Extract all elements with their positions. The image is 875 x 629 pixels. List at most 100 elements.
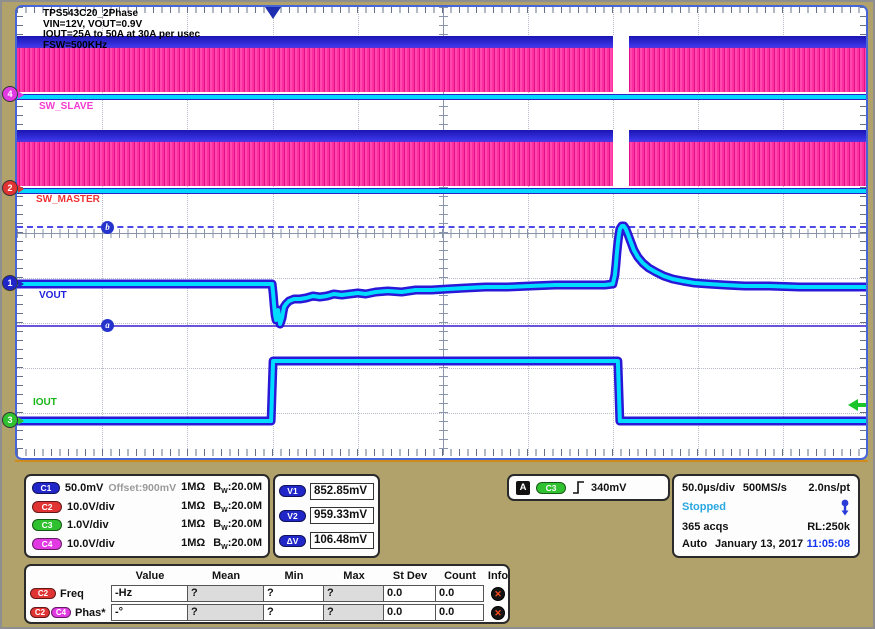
info-icon[interactable]: ✕ xyxy=(491,606,505,620)
channel-1-impedance: 1MΩ xyxy=(181,481,205,495)
trigger-level-value: 340mV xyxy=(591,482,626,494)
c2-badge: C2 xyxy=(30,607,50,618)
cursor-b-handle[interactable]: b xyxy=(101,221,114,234)
table-row-phase: C2 C4 Phas* -° ? ? ? 0.0 0.0 ✕ xyxy=(30,603,504,622)
vout-trace-outline xyxy=(17,226,866,324)
record-length: RL:250k xyxy=(807,521,850,533)
channel-2-scale: 10.0V/div xyxy=(67,501,115,513)
acquisition-count: 365 acqs xyxy=(682,521,728,533)
sample-rate: 500MS/s xyxy=(743,482,787,494)
datetime-row: Auto January 13, 2017 11:05:08 xyxy=(682,538,850,550)
delta-v-badge: ΔV xyxy=(279,535,306,547)
date: January 13, 2017 xyxy=(715,538,803,550)
cursor-dv-row: ΔV 106.48mV xyxy=(279,532,374,549)
channel-4-bandwidth: BW:20.0M xyxy=(213,537,262,551)
header-value: Value xyxy=(112,570,188,582)
marker-pin-icon xyxy=(840,499,850,516)
channel-3-scale: 1.0V/div xyxy=(67,519,109,531)
phase-mean-cell: ? xyxy=(187,604,264,621)
channel-2-impedance: 1MΩ xyxy=(181,500,205,514)
phase-value-cell: -° xyxy=(111,604,188,621)
iout-label: IOUT xyxy=(33,397,57,408)
channel-4-badge[interactable]: C4 xyxy=(32,538,62,550)
trigger-panel: A C3 340mV xyxy=(507,474,670,501)
channel-2-number: 2 xyxy=(7,183,12,193)
vout-label: VOUT xyxy=(39,290,67,301)
measurement-name-cell: C2 C4 Phas* xyxy=(30,607,112,619)
channel-1-settings-row: C1 50.0mV Offset:900mV 1MΩ BW:20.0M xyxy=(32,481,262,495)
channel-3-settings-row: C3 1.0V/div 1MΩ BW:20.0M xyxy=(32,518,262,532)
c2-badge: C2 xyxy=(30,588,56,599)
timebase-row: 50.0µs/div 500MS/s 2.0ns/pt xyxy=(682,482,850,494)
cursor-v2-row: V2 959.33mV xyxy=(279,507,374,524)
freq-min-cell: ? xyxy=(263,585,324,602)
arrow-tail xyxy=(858,403,866,407)
freq-mean-cell: ? xyxy=(187,585,264,602)
sw-slave-label: SW_SLAVE xyxy=(39,101,93,112)
header-info: Info xyxy=(484,570,512,582)
channel-1-number: 1 xyxy=(7,278,12,288)
acquisition-status-row: Stopped xyxy=(682,499,850,516)
phase-stdev-cell: 0.0 xyxy=(383,604,436,621)
header-mean: Mean xyxy=(188,570,264,582)
measurement-name: Phas* xyxy=(75,607,106,619)
annotation-text: TPS543C20_2Phase VIN=12V, VOUT=0.9V IOUT… xyxy=(43,9,200,51)
phase-max-cell: ? xyxy=(323,604,384,621)
freq-count-cell: 0.0 xyxy=(435,585,484,602)
freq-max-cell: ? xyxy=(323,585,384,602)
time: 11:05:08 xyxy=(807,538,850,550)
v1-badge: V1 xyxy=(279,485,306,497)
channel-4-position-marker[interactable]: 4 xyxy=(2,86,18,102)
table-row-freq: C2 Freq -Hz ? ? ? 0.0 0.0 ✕ xyxy=(30,584,504,603)
channel-2-position-marker[interactable]: 2 xyxy=(2,180,18,196)
freq-stdev-cell: 0.0 xyxy=(383,585,436,602)
header-max: Max xyxy=(324,570,384,582)
c4-badge: C4 xyxy=(51,607,71,618)
channel-1-arrow-icon xyxy=(18,280,24,288)
v1-value: 852.85mV xyxy=(310,483,374,500)
channel-1-position-marker[interactable]: 1 xyxy=(2,275,18,291)
iout-trace xyxy=(17,361,866,421)
measurement-name-cell: C2 Freq xyxy=(30,588,112,600)
vout-trace xyxy=(17,226,866,324)
channel-4-settings-row: C4 10.0V/div 1MΩ BW:20.0M xyxy=(32,537,262,551)
phase-count-cell: 0.0 xyxy=(435,604,484,621)
channel-3-position-marker[interactable]: 3 xyxy=(2,412,18,428)
channel-settings-panel: C1 50.0mV Offset:900mV 1MΩ BW:20.0M C2 1… xyxy=(24,474,270,558)
trigger-mode: Auto xyxy=(682,538,707,550)
info-icon[interactable]: ✕ xyxy=(491,587,505,601)
measurement-table-header: Value Mean Min Max St Dev Count Info xyxy=(30,568,504,584)
channel-3-arrow-icon xyxy=(18,417,24,425)
freq-value-cell: -Hz xyxy=(111,585,188,602)
analog-traces xyxy=(17,7,866,455)
acquisition-status: Stopped xyxy=(682,501,726,513)
freq-info-cell: ✕ xyxy=(484,587,512,601)
cursor-a-handle[interactable]: a xyxy=(101,319,114,332)
measurement-name: Freq xyxy=(60,588,84,600)
header-count: Count xyxy=(436,570,484,582)
channel-3-number: 3 xyxy=(7,415,12,425)
arrow-head xyxy=(848,399,858,411)
channel-2-settings-row: C2 10.0V/div 1MΩ BW:20.0M xyxy=(32,500,262,514)
channel-2-arrow-icon xyxy=(18,185,24,193)
rising-edge-icon xyxy=(572,481,585,494)
annotation-line: FSW=500KHz xyxy=(43,41,200,52)
channel-3-badge[interactable]: C3 xyxy=(32,519,62,531)
channel-3-impedance: 1MΩ xyxy=(181,518,205,532)
resolution: 2.0ns/pt xyxy=(808,482,850,494)
channel-1-offset: Offset:900mV xyxy=(108,482,176,494)
trigger-position-marker[interactable] xyxy=(265,7,281,19)
trigger-bus-badge: A xyxy=(516,481,530,495)
channel-4-number: 4 xyxy=(7,89,12,99)
v2-badge: V2 xyxy=(279,510,306,522)
phase-min-cell: ? xyxy=(263,604,324,621)
channel-4-impedance: 1MΩ xyxy=(181,537,205,551)
channel-2-badge[interactable]: C2 xyxy=(32,501,62,513)
channel-1-bandwidth: BW:20.0M xyxy=(213,481,262,495)
annotation-line: TPS543C20_2Phase xyxy=(43,9,200,20)
trigger-source-badge: C3 xyxy=(536,482,566,494)
annotation-line: IOUT=25A to 50A at 30A per usec xyxy=(43,30,200,41)
measurement-table: Value Mean Min Max St Dev Count Info C2 … xyxy=(24,564,510,624)
channel-1-badge[interactable]: C1 xyxy=(32,482,60,494)
channel-3-bandwidth: BW:20.0M xyxy=(213,518,262,532)
